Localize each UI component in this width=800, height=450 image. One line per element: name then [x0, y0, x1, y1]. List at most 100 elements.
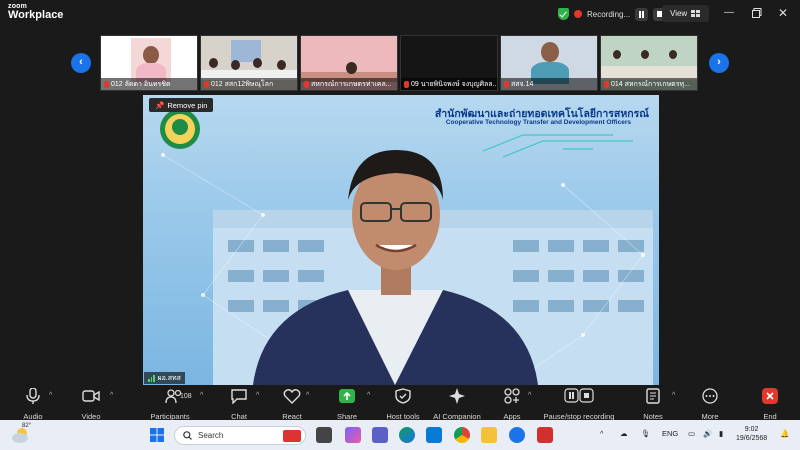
host-shield-icon — [395, 388, 411, 404]
remove-pin-label: Remove pin — [167, 100, 208, 110]
recording-indicator: Recording... — [558, 5, 667, 23]
participant-name: สสจ.14 — [511, 80, 534, 88]
mic-off-icon — [104, 80, 109, 88]
participant-name: สหกรณ์การเกษตรท่าเคล... — [311, 80, 392, 88]
notes-options-chevron-icon[interactable]: ^ — [672, 392, 675, 399]
participant-thumb[interactable]: สหกรณ์การเกษตรท่าเคล... — [300, 35, 398, 91]
taskbar-search-box[interactable]: Search — [174, 426, 306, 445]
task-view-icon[interactable] — [316, 427, 332, 443]
react-options-chevron-icon[interactable]: ^ — [306, 392, 309, 399]
chat-button[interactable]: Chat — [226, 388, 252, 421]
ai-companion-button[interactable]: AI Companion — [432, 388, 482, 421]
share-options-chevron-icon[interactable]: ^ — [367, 392, 370, 399]
share-screen-icon — [339, 389, 355, 403]
view-button[interactable]: View — [662, 5, 710, 22]
participant-thumb[interactable]: สสจ.14 — [500, 35, 598, 91]
strip-prev-arrow-icon[interactable]: ‹ — [71, 53, 91, 73]
participant-name: 012 สสก12พิษณุโลก — [211, 80, 274, 88]
windows-start-icon[interactable] — [150, 428, 164, 442]
end-button[interactable]: End — [758, 388, 782, 421]
temperature: 82° — [22, 423, 32, 429]
banner-english-title: Cooperative Technology Transfer and Deve… — [445, 119, 631, 126]
search-icon — [183, 431, 192, 440]
react-button[interactable]: React — [278, 388, 306, 421]
share-button[interactable]: Share — [333, 388, 361, 421]
zoom-window: zoom Workplace Recording... View — ✕ ‹ 0… — [0, 0, 800, 450]
host-tools-button[interactable]: Host tools — [384, 388, 422, 421]
recording-label: Recording... — [587, 9, 631, 19]
clock-time: 9:02 — [744, 426, 759, 433]
video-options-chevron-icon[interactable]: ^ — [110, 392, 113, 399]
input-language[interactable]: ENG — [662, 429, 678, 438]
battery-icon[interactable]: ▮ — [719, 429, 723, 438]
pause-stop-icon — [564, 388, 594, 403]
participant-name: 012 ลัดดา อินทรชิต — [111, 80, 171, 88]
acrobat-icon[interactable] — [537, 427, 553, 443]
minimize-icon[interactable]: — — [722, 6, 736, 20]
active-speaker-video[interactable]: 📌 Remove pin สำนักพัฒนาและถ่ายทอดเทคโนโล… — [143, 95, 659, 385]
onedrive-cloud-icon[interactable]: ☁ — [620, 429, 628, 438]
notification-bell-icon[interactable]: 🔔 — [780, 429, 789, 438]
view-grid-icon — [691, 9, 701, 17]
heart-icon — [283, 389, 301, 404]
more-dots-icon — [702, 388, 718, 404]
file-explorer-icon[interactable] — [481, 427, 497, 443]
more-button[interactable]: More — [698, 388, 722, 421]
close-icon[interactable]: ✕ — [776, 6, 790, 20]
weather-widget[interactable]: 82° — [10, 423, 32, 446]
participants-options-chevron-icon[interactable]: ^ — [200, 392, 203, 399]
mic-off-icon — [304, 80, 309, 88]
tray-chevron-up-icon[interactable]: ^ — [600, 429, 604, 438]
zoom-logo: zoom Workplace — [8, 3, 63, 21]
zoom-app-icon[interactable] — [509, 427, 525, 443]
title-bar: zoom Workplace Recording... View — ✕ — [0, 0, 800, 30]
chat-bubble-icon — [231, 389, 247, 405]
video-camera-icon — [82, 390, 100, 402]
video-button[interactable]: Video — [76, 388, 106, 421]
notes-button[interactable]: Notes — [640, 388, 666, 421]
search-highlight-icon — [283, 429, 301, 442]
virtual-background — [143, 95, 659, 385]
mic-off-icon — [604, 80, 609, 88]
security-shield-icon[interactable] — [558, 8, 569, 20]
participant-thumb[interactable]: 09 นายพินิจพงษ์ จงบุญศิลล... — [400, 35, 498, 91]
teams-icon[interactable] — [372, 427, 388, 443]
microsoft-store-icon[interactable] — [426, 427, 442, 443]
system-clock[interactable]: 9:02 19/6/2568 — [736, 425, 767, 444]
windows-taskbar: 82° Search ^ ☁ 🎙 ENG ▭ 🔊 ▮ 9:02 19/6/256… — [0, 420, 800, 450]
apps-options-chevron-icon[interactable]: ^ — [528, 392, 531, 399]
chat-options-chevron-icon[interactable]: ^ — [256, 392, 259, 399]
copilot-icon[interactable] — [345, 427, 361, 443]
participants-count: 108 — [180, 393, 192, 400]
volume-icon[interactable]: 🔊 — [703, 429, 712, 438]
apps-button[interactable]: Apps — [500, 388, 524, 421]
participant-strip: ‹ 012 ลัดดา อินทรชิต 012 สสก12พิษณุโลก ส… — [0, 33, 800, 93]
display-icon[interactable]: ▭ — [688, 429, 695, 438]
meeting-toolbar: Audio ^ Video ^ Participants 108 ^ Chat … — [0, 386, 800, 421]
audio-button[interactable]: Audio — [18, 387, 48, 421]
tray-microphone-icon[interactable]: 🎙 — [641, 429, 651, 438]
microphone-icon — [26, 387, 40, 404]
apps-icon — [504, 388, 520, 404]
recording-dot-icon — [574, 10, 582, 18]
remove-pin-button[interactable]: 📌 Remove pin — [149, 98, 214, 112]
participant-thumb[interactable]: 014 สหกรณ์การเกษตรทุ... — [600, 35, 698, 91]
mic-off-icon — [204, 80, 209, 88]
restore-icon[interactable] — [750, 6, 764, 20]
participant-name: 014 สหกรณ์การเกษตรทุ... — [611, 80, 690, 88]
audio-options-chevron-icon[interactable]: ^ — [49, 392, 52, 399]
strip-next-arrow-icon[interactable]: › — [709, 53, 729, 73]
participant-name: 09 นายพินิจพงษ์ จงบุญศิลล... — [411, 80, 497, 88]
edge-browser-icon[interactable] — [399, 427, 415, 443]
logo-workplace-text: Workplace — [8, 9, 64, 21]
pause-recording-icon[interactable] — [635, 7, 649, 21]
end-call-icon — [762, 388, 778, 404]
participant-thumb[interactable]: 012 สสก12พิษณุโลก — [200, 35, 298, 91]
signal-strength-icon — [148, 374, 155, 382]
pause-stop-recording-button[interactable]: Pause/stop recording — [541, 388, 617, 421]
chrome-browser-icon[interactable] — [454, 427, 470, 443]
mic-off-icon — [504, 80, 509, 88]
mic-off-icon — [404, 80, 409, 88]
participant-thumb[interactable]: 012 ลัดดา อินทรชิต — [100, 35, 198, 91]
search-placeholder: Search — [198, 431, 224, 440]
